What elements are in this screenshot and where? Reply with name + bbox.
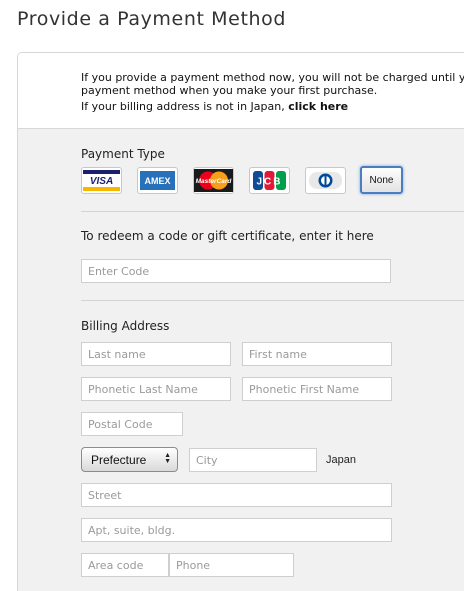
phonetic-first-name-input[interactable]: Phonetic First Name [242,377,392,401]
city-input[interactable]: City [189,448,317,472]
diners-club-icon [309,172,342,189]
billing-address-label: Billing Address [81,319,170,333]
notice-line-3: If your billing address is not in Japan,… [81,101,348,113]
divider [81,300,464,301]
country-label: Japan [326,454,356,466]
none-payment-option[interactable]: None [360,166,403,194]
prefecture-select[interactable]: Prefecture ▲ ▼ [81,447,178,472]
payment-type-label: Payment Type [81,147,165,161]
jcb-text: JCB [256,177,282,188]
prefecture-select-value: Prefecture [91,452,147,467]
apt-input[interactable]: Apt, suite, bldg. [81,518,392,542]
amex-text: AMEX [144,176,170,186]
jcb-icon: JCB [253,171,286,190]
diners-card-option[interactable] [305,167,346,194]
postal-code-input[interactable]: Postal Code [81,412,183,436]
amex-icon: AMEX [140,171,175,190]
select-arrows-icon: ▲ ▼ [164,452,171,465]
amex-card-option[interactable]: AMEX [137,167,178,194]
phone-input[interactable]: Phone [169,553,294,577]
area-code-input[interactable]: Area code [81,553,169,577]
payment-notice: If you provide a payment method now, you… [18,53,464,129]
mastercard-card-option[interactable]: MasterCard [193,167,234,194]
last-name-input[interactable]: Last name [81,342,231,366]
click-here-link[interactable]: click here [288,100,348,113]
redeem-code-input[interactable]: Enter Code [81,259,391,283]
street-input[interactable]: Street [81,483,392,507]
notice-line-3-text: If your billing address is not in Japan, [81,100,289,113]
page-title: Provide a Payment Method [17,8,287,30]
first-name-input[interactable]: First name [242,342,392,366]
visa-card-option[interactable]: VISA [81,167,122,194]
mastercard-icon: MasterCard [194,169,233,192]
divider [81,211,464,212]
payment-form-panel: If you provide a payment method now, you… [17,52,464,591]
visa-text: VISA [90,176,113,187]
phonetic-last-name-input[interactable]: Phonetic Last Name [81,377,231,401]
notice-line-2: payment method when you make your first … [81,84,378,97]
jcb-card-option[interactable]: JCB [249,167,290,194]
visa-icon: VISA [83,170,120,191]
mastercard-text: MasterCard [196,178,233,185]
notice-line-1: If you provide a payment method now, you… [81,71,464,84]
redeem-label: To redeem a code or gift certificate, en… [81,229,374,243]
